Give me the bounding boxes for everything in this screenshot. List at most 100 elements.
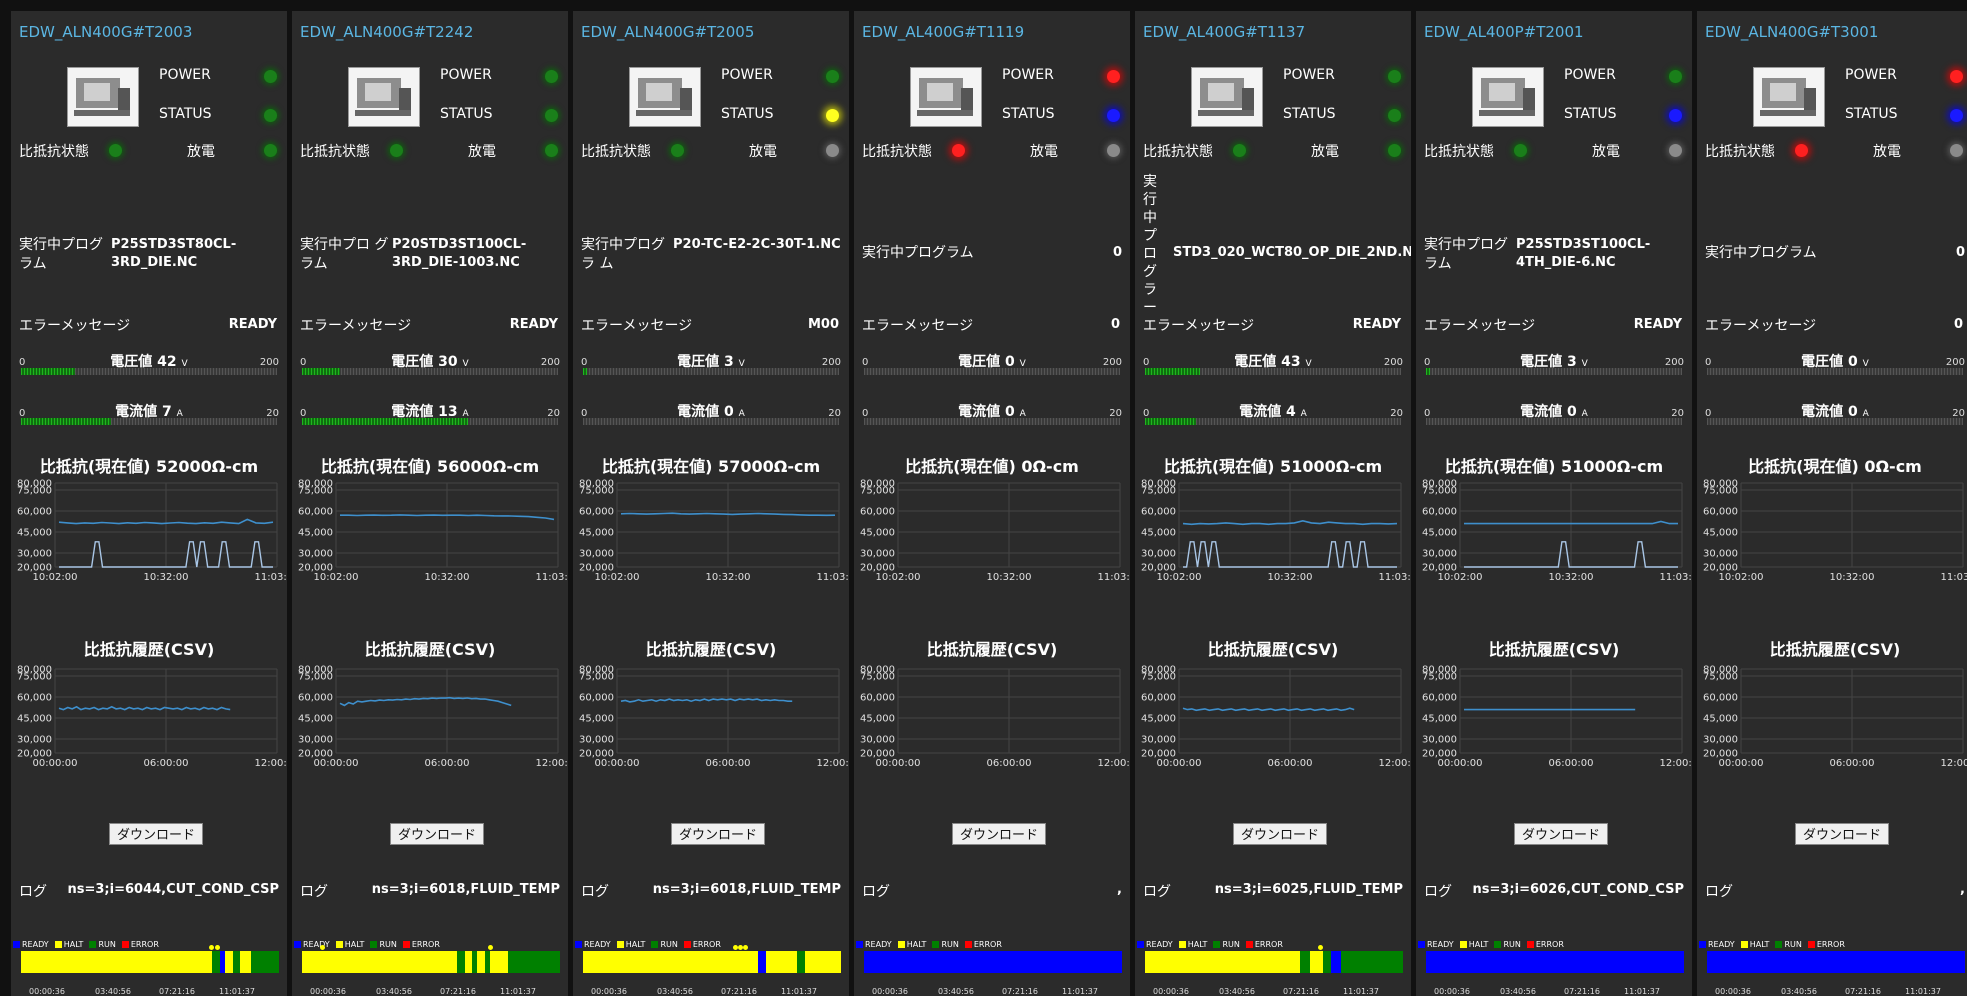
download-button[interactable]: ダウンロード (1514, 823, 1608, 845)
x-tick-label: 10:32:00 (706, 572, 751, 583)
download-button[interactable]: ダウンロード (109, 823, 203, 845)
timeline-segment-halt (464, 951, 473, 973)
machine-title: EDW_ALN400G#T2242 (300, 23, 474, 41)
discharge-indicator-icon (264, 144, 277, 157)
download-button[interactable]: ダウンロード (1795, 823, 1889, 845)
y-tick-label: 30,000 (1141, 549, 1176, 560)
legend-swatch-run (1494, 941, 1502, 948)
legend-label-run: RUN (1784, 940, 1802, 949)
error-message-label: エラーメッセージ (862, 318, 974, 334)
discharge-indicator-icon (545, 144, 558, 157)
power-label: POWER (721, 67, 773, 83)
error-message-value: 0 (1110, 317, 1120, 332)
resistivity-series-line (620, 698, 793, 703)
resistivity-realtime-chart: 80,00075,00060,00045,00030,00020,00010:0… (579, 479, 849, 584)
x-tick-label: 00:00:00 (33, 758, 78, 769)
machine-thumbnail (67, 67, 139, 127)
status-indicator-icon (545, 109, 558, 122)
y-tick-label: 30,000 (1703, 549, 1738, 560)
status-indicator-icon (1950, 109, 1963, 122)
discharge-label: 放電 (187, 144, 215, 160)
y-tick-label: 45,000 (298, 528, 333, 539)
download-button[interactable]: ダウンロード (390, 823, 484, 845)
timeline-segment-halt (1310, 951, 1323, 973)
status-indicator-icon (264, 109, 277, 122)
timeline-segment-halt (240, 951, 251, 973)
timeline-marker (209, 945, 215, 950)
y-tick-label: 60,000 (1141, 693, 1176, 704)
discharge-indicator-icon (1950, 144, 1963, 157)
y-tick-label: 60,000 (17, 507, 52, 518)
timeline-tick-label: 07:21:16 (1002, 987, 1038, 996)
resistivity-state-label: 比抵抗状態 (300, 144, 370, 160)
timeline-segment-ready (758, 951, 767, 973)
download-button[interactable]: ダウンロード (1233, 823, 1327, 845)
status-legend: READY HALT RUN ERROR (1137, 940, 1289, 949)
timeline-marker (1317, 945, 1323, 950)
legend-swatch-halt (1178, 941, 1186, 948)
timeline-tick-label: 00:00:36 (872, 987, 908, 996)
running-program-value: P20-TC-E2-2C-30T-1.NC (673, 237, 841, 252)
current-gauge-bar (583, 418, 839, 425)
legend-swatch-run (651, 941, 659, 948)
x-tick-label: 06:00:00 (1268, 758, 1313, 769)
legend-label-ready: READY (865, 940, 892, 949)
timeline-tick-label: 11:01:37 (1624, 987, 1660, 996)
machine-thumbnail-part (1489, 83, 1515, 101)
x-tick-label: 06:00:00 (987, 758, 1032, 769)
status-timeline (21, 945, 279, 973)
download-button[interactable]: ダウンロード (952, 823, 1046, 845)
voltage-gauge-fill (21, 368, 75, 375)
resistivity-state-indicator-icon (952, 144, 965, 157)
download-button[interactable]: ダウンロード (671, 823, 765, 845)
error-message-label: エラーメッセージ (1705, 318, 1817, 334)
legend-label-run: RUN (98, 940, 116, 949)
y-tick-label: 75,000 (1422, 672, 1457, 683)
error-message-label: エラーメッセージ (19, 318, 131, 334)
legend-label-ready: READY (1146, 940, 1173, 949)
timeline-marker (742, 945, 748, 950)
legend-label-halt: HALT (1749, 940, 1770, 949)
machine-thumbnail-part (365, 83, 391, 101)
x-tick-label: 06:00:00 (1549, 758, 1594, 769)
status-label: STATUS (1002, 106, 1055, 122)
y-tick-label: 45,000 (17, 528, 52, 539)
status-indicator-icon (1388, 109, 1401, 122)
y-tick-label: 75,000 (579, 486, 614, 497)
resistivity-state-label: 比抵抗状態 (1424, 144, 1494, 160)
timeline-tick-label: 11:01:37 (1343, 987, 1379, 996)
resistivity-current-title: 比抵抗(現在値) 0Ω-cm (1748, 457, 1922, 476)
legend-label-run: RUN (1222, 940, 1240, 949)
legend-swatch-error (402, 941, 410, 948)
voltage-max: 200 (1102, 357, 1122, 368)
power-indicator-icon (1669, 70, 1682, 83)
x-tick-label: 10:32:00 (1830, 572, 1875, 583)
machine-title: EDW_AL400G#T1137 (1143, 23, 1306, 41)
timeline-tick-label: 07:21:16 (721, 987, 757, 996)
status-timeline (583, 945, 841, 973)
y-tick-label: 60,000 (579, 693, 614, 704)
timeline-tick-label: 07:21:16 (1564, 987, 1600, 996)
y-tick-label: 60,000 (579, 507, 614, 518)
running-program-label: 実行中プログ ラム (19, 237, 103, 272)
current-gauge-bar (21, 418, 277, 425)
resistivity-history-chart: 80,00075,00060,00045,00030,00020,00000:0… (17, 665, 287, 770)
legend-swatch-error (121, 941, 129, 948)
y-tick-label: 30,000 (1422, 549, 1457, 560)
log-label: ログ (862, 884, 890, 900)
resistivity-state-label: 比抵抗状態 (862, 144, 932, 160)
running-program-value: P25STD3ST80CL-3RD_DIE.NC (111, 237, 237, 270)
timeline-segment-halt (1145, 951, 1300, 973)
resistivity-state-label: 比抵抗状態 (19, 144, 89, 160)
status-indicator-icon (826, 109, 839, 122)
voltage-max: 200 (821, 357, 841, 368)
legend-label-ready: READY (1427, 940, 1454, 949)
x-tick-label: 00:00:00 (1438, 758, 1483, 769)
x-tick-label: 10:32:00 (987, 572, 1032, 583)
y-tick-label: 30,000 (1141, 735, 1176, 746)
legend-swatch-error (1526, 941, 1534, 948)
log-value: ns=3;i=6018,FLUID_TEMP (371, 882, 560, 897)
power-label: POWER (1002, 67, 1054, 83)
resistivity-current-title: 比抵抗(現在値) 51000Ω-cm (1163, 457, 1383, 476)
y-tick-label: 75,000 (17, 486, 52, 497)
